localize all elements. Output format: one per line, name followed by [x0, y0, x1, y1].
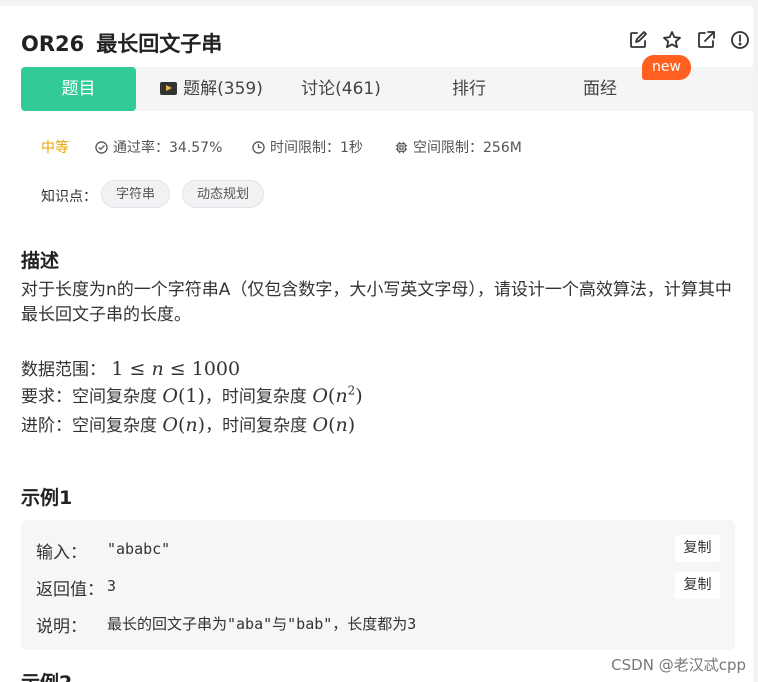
clock-icon [252, 141, 265, 154]
explain-label: 说明： [36, 617, 87, 637]
page-title: OR26 最长回文子串 [21, 28, 222, 58]
description-heading: 描述 [21, 250, 60, 272]
tab-label: 排行 [452, 79, 486, 99]
advanced: 进阶：空间复杂度 O(n)，时间复杂度 O(n) [21, 411, 355, 436]
tag-dynamic-programming[interactable]: 动态规划 [182, 180, 265, 208]
tags-label: 知识点： [41, 189, 97, 205]
chip-icon [395, 141, 408, 154]
tab-discussion[interactable]: 讨论(461) [291, 67, 391, 111]
info-icon[interactable] [729, 29, 751, 51]
tab-label: 讨论(461) [301, 79, 381, 99]
data-range-formula: 1 ≤ n ≤ 1000 [111, 358, 241, 380]
tab-problem[interactable]: 题目 [21, 67, 136, 111]
tab-label: 面经 [583, 79, 617, 99]
adv-time-formula: O(n) [312, 414, 356, 436]
input-label: 输入： [36, 543, 87, 563]
time-limit-text: 时间限制：1秒 [270, 140, 363, 156]
requirement-label: 要求：空间复杂度 [21, 387, 157, 407]
star-icon[interactable] [661, 29, 683, 51]
example-heading: 示例1 [21, 487, 73, 509]
tab-ranking[interactable]: 排行 [436, 67, 502, 111]
copy-input-button[interactable]: 复制 [675, 535, 720, 562]
scrollbar-track[interactable] [753, 0, 758, 682]
tab-label: 题目 [61, 79, 96, 99]
time-sep: ，时间复杂度 [204, 387, 307, 407]
tab-label: 题解(359) [183, 79, 263, 99]
copy-output-button[interactable]: 复制 [675, 572, 720, 599]
time-complexity-formula: O(n2) [312, 383, 363, 407]
tag-string[interactable]: 字符串 [101, 180, 171, 208]
problem-panel: OR26 最长回文子串 题目 题解(359) 讨论(461) 排行 面经 new… [0, 6, 753, 682]
data-range-label: 数据范围： [21, 360, 106, 380]
output-label: 返回值： [36, 580, 104, 600]
space-complexity-formula: O(1) [162, 385, 205, 407]
adv-time-sep: ，时间复杂度 [205, 416, 308, 436]
explain-value: 最长的回文子串为"aba"与"bab"，长度都为3 [107, 615, 417, 633]
space-limit: 空间限制：256M [395, 137, 522, 157]
difficulty-label: 中等 [41, 140, 69, 156]
pass-rate-text: 通过率：34.57% [113, 140, 223, 156]
video-icon [160, 82, 178, 95]
next-example-heading: 示例2 [21, 668, 72, 682]
external-link-icon[interactable] [695, 29, 717, 51]
watermark: CSDN @老汉忒cpp [611, 656, 746, 674]
new-badge: new [642, 55, 691, 80]
check-circle-icon [95, 141, 108, 154]
input-value: "ababc" [107, 540, 171, 558]
space-limit-text: 空间限制：256M [413, 140, 522, 156]
requirement: 要求：空间复杂度 O(1)，时间复杂度 O(n2) [21, 382, 363, 407]
output-value: 3 [107, 577, 117, 595]
tab-solutions[interactable]: 题解(359) [159, 67, 264, 111]
adv-space-formula: O(n) [162, 414, 206, 436]
tab-interview[interactable]: 面经 [567, 67, 633, 111]
advanced-label: 进阶：空间复杂度 [21, 416, 157, 436]
problem-id: OR26 [21, 32, 85, 56]
pass-rate: 通过率：34.57% [95, 137, 222, 157]
problem-name: 最长回文子串 [96, 32, 223, 56]
edit-icon[interactable] [627, 29, 649, 51]
description-text: 对于长度为n的一个字符串A（仅包含数字，大小写英文字母），请设计一个高效算法，计… [21, 280, 732, 325]
example-box: 输入： "ababc" 复制 返回值： 3 复制 说明： 最长的回文子串为"ab… [21, 520, 735, 650]
time-limit: 时间限制：1秒 [252, 137, 363, 157]
data-range: 数据范围： 1 ≤ n ≤ 1000 [21, 355, 240, 380]
